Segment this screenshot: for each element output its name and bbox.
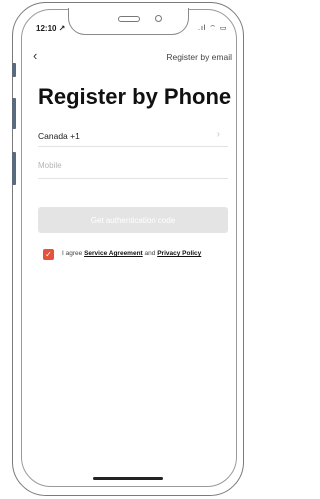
agreement-text: I agree Service Agreement and Privacy Po… (62, 250, 201, 257)
mobile-input[interactable] (38, 161, 218, 170)
get-auth-code-button[interactable]: Get authentication code (38, 207, 228, 233)
status-time: 12:10 ↗ (36, 24, 66, 33)
register-by-email-link[interactable]: Register by email (166, 52, 232, 62)
status-indicators-icon: .ıl ⌔ ▭ (198, 25, 228, 32)
country-selector[interactable]: Canada +1 › (38, 126, 228, 147)
chevron-right-icon: › (216, 129, 220, 140)
agree-checkbox[interactable]: ✓ (43, 249, 54, 260)
mute-switch (12, 63, 16, 77)
privacy-policy-link[interactable]: Privacy Policy (157, 250, 201, 257)
volume-up-button (12, 98, 16, 129)
agree-prefix: I agree (62, 250, 83, 257)
speaker-icon (118, 16, 140, 22)
chevron-left-icon[interactable]: ‹ (33, 49, 37, 62)
camera-icon (155, 15, 162, 22)
page-title: Register by Phone (38, 84, 232, 109)
phone-screen (21, 9, 237, 487)
agree-conjunction: and (144, 250, 156, 257)
mobile-field-container (38, 157, 228, 179)
home-indicator[interactable] (93, 477, 163, 480)
volume-down-button (12, 152, 16, 185)
country-value: Canada +1 (38, 131, 80, 141)
service-agreement-link[interactable]: Service Agreement (84, 250, 143, 257)
